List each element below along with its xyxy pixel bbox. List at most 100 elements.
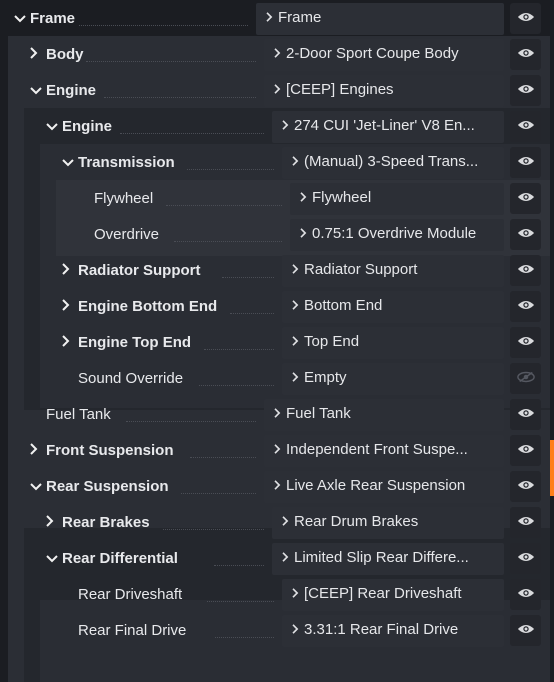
- leader-line: [187, 169, 274, 170]
- visibility-toggle-button[interactable]: [510, 543, 541, 574]
- part-selector-value: 2-Door Sport Coupe Body: [286, 45, 459, 62]
- chevron-right-icon[interactable]: [62, 289, 78, 325]
- tree-node-label: Engine Top End: [78, 334, 192, 351]
- eye-icon: [517, 118, 535, 136]
- part-selector[interactable]: 2-Door Sport Coupe Body: [264, 39, 504, 71]
- eye-icon: [517, 514, 535, 532]
- part-selector[interactable]: [CEEP] Engines: [264, 75, 504, 107]
- chevron-down-icon[interactable]: [14, 1, 30, 37]
- part-selector[interactable]: Independent Front Suspe...: [264, 435, 504, 467]
- part-selector[interactable]: Flywheel: [290, 183, 504, 215]
- tree-row: Rear Brakes Rear Drum Brakes: [0, 505, 554, 541]
- part-selector[interactable]: Frame: [256, 3, 504, 35]
- visibility-toggle-button[interactable]: [510, 75, 541, 106]
- eye-icon: [517, 82, 535, 100]
- visibility-toggle-button[interactable]: [510, 435, 541, 466]
- visibility-toggle-button[interactable]: [510, 183, 541, 214]
- tree-row: Transmission (Manual) 3-Speed Trans...: [0, 145, 554, 181]
- chevron-right-icon[interactable]: [30, 433, 46, 469]
- part-selector[interactable]: [CEEP] Rear Driveshaft: [282, 579, 504, 611]
- chevron-right-icon[interactable]: [30, 37, 46, 73]
- chevron-down-icon[interactable]: [46, 541, 62, 577]
- part-selector[interactable]: Top End: [282, 327, 504, 359]
- tree-row: Sound Override Empty: [0, 361, 554, 397]
- visibility-toggle-button[interactable]: [510, 327, 541, 358]
- part-selector[interactable]: 274 CUI 'Jet-Liner' V8 En...: [272, 111, 504, 143]
- tree-node-label: Fuel Tank: [46, 406, 111, 423]
- tree-node[interactable]: Engine: [30, 73, 96, 109]
- tree-node[interactable]: Rear Differential: [46, 541, 178, 577]
- caret-right-icon: [268, 39, 286, 69]
- caret-right-icon: [294, 183, 312, 213]
- visibility-toggle-button[interactable]: [510, 399, 541, 430]
- tree-node[interactable]: Engine Bottom End: [62, 289, 217, 325]
- part-selector[interactable]: 3.31:1 Rear Final Drive: [282, 615, 504, 647]
- tree-node[interactable]: Radiator Support: [62, 253, 201, 289]
- tree-row: Rear Final Drive 3.31:1 Rear Final Drive: [0, 613, 554, 649]
- part-selector[interactable]: Limited Slip Rear Differe...: [272, 543, 504, 575]
- visibility-toggle-button[interactable]: [510, 219, 541, 250]
- visibility-toggle-button[interactable]: [510, 111, 541, 142]
- visibility-toggle-button[interactable]: [510, 363, 541, 394]
- tree-node[interactable]: Engine Top End: [62, 325, 191, 361]
- tree-node[interactable]: Front Suspension: [30, 433, 174, 469]
- chevron-right-icon[interactable]: [46, 505, 62, 541]
- chevron-down-icon[interactable]: [62, 145, 78, 181]
- tree-row: Frame Frame: [0, 1, 554, 37]
- tree-row: Radiator Support Radiator Support: [0, 253, 554, 289]
- caret-right-icon: [286, 291, 304, 321]
- tree-row: Engine Bottom End Bottom End: [0, 289, 554, 325]
- tree-node-label: Frame: [30, 10, 76, 27]
- tree-node-label: Radiator Support: [78, 262, 201, 279]
- leader-line: [198, 385, 274, 386]
- chevron-down-icon[interactable]: [30, 73, 46, 109]
- eye-icon: [517, 226, 535, 244]
- part-selector-value: [CEEP] Rear Driveshaft: [304, 585, 462, 602]
- part-selector[interactable]: 0.75:1 Overdrive Module: [290, 219, 504, 251]
- eye-icon: [517, 154, 535, 172]
- part-selector[interactable]: Radiator Support: [282, 255, 504, 287]
- tree-node[interactable]: Engine: [46, 109, 112, 145]
- chevron-down-icon[interactable]: [30, 469, 46, 505]
- tree-node[interactable]: Body: [30, 37, 84, 73]
- caret-right-icon: [268, 471, 286, 501]
- visibility-toggle-button[interactable]: [510, 255, 541, 286]
- caret-right-icon: [276, 543, 294, 573]
- visibility-toggle-button[interactable]: [510, 579, 541, 610]
- tree-row: Engine 274 CUI 'Jet-Liner' V8 En...: [0, 109, 554, 145]
- visibility-toggle-button[interactable]: [510, 615, 541, 646]
- leader-line: [189, 457, 256, 458]
- tree-row: Body 2-Door Sport Coupe Body: [0, 37, 554, 73]
- part-selector[interactable]: Empty: [282, 363, 504, 395]
- part-selector[interactable]: Bottom End: [282, 291, 504, 323]
- caret-right-icon: [276, 507, 294, 537]
- leader-line: [119, 133, 264, 134]
- visibility-toggle-button[interactable]: [510, 39, 541, 70]
- caret-right-icon: [268, 75, 286, 105]
- part-selector-value: 0.75:1 Overdrive Module: [312, 225, 477, 242]
- visibility-toggle-button[interactable]: [510, 507, 541, 538]
- part-selector-value: 3.31:1 Rear Final Drive: [304, 621, 459, 638]
- part-selector[interactable]: Rear Drum Brakes: [272, 507, 504, 539]
- tree-node[interactable]: Rear Brakes: [46, 505, 150, 541]
- visibility-toggle-button[interactable]: [510, 147, 541, 178]
- tree-node[interactable]: Frame: [14, 1, 75, 37]
- chevron-down-icon[interactable]: [46, 109, 62, 145]
- tree-node-label: Rear Final Drive: [78, 622, 187, 639]
- eye-icon: [517, 442, 535, 460]
- chevron-right-icon[interactable]: [62, 325, 78, 361]
- caret-right-icon: [286, 147, 304, 177]
- tree-node-label: Engine: [62, 118, 113, 135]
- visibility-toggle-button[interactable]: [510, 471, 541, 502]
- part-selector-value: Independent Front Suspe...: [286, 441, 468, 458]
- tree-node[interactable]: Rear Suspension: [30, 469, 169, 505]
- tree-node-label: Sound Override: [78, 370, 184, 387]
- part-selector[interactable]: (Manual) 3-Speed Trans...: [282, 147, 504, 179]
- tree-row: Engine Top End Top End: [0, 325, 554, 361]
- visibility-toggle-button[interactable]: [510, 291, 541, 322]
- part-selector[interactable]: Live Axle Rear Suspension: [264, 471, 504, 503]
- chevron-right-icon[interactable]: [62, 253, 78, 289]
- tree-node[interactable]: Transmission: [62, 145, 175, 181]
- visibility-toggle-button[interactable]: [510, 3, 541, 34]
- part-selector[interactable]: Fuel Tank: [264, 399, 504, 431]
